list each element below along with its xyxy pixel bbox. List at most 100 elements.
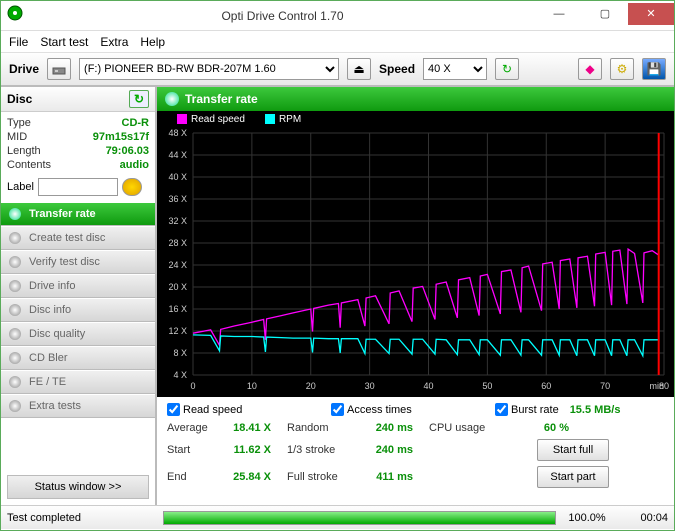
disc-contents-label: Contents [7,159,51,171]
end-label: End [167,471,227,483]
nav-cd-bler[interactable]: CD Bler [1,346,155,370]
full-value: 411 ms [357,471,429,483]
start-full-button[interactable]: Start full [537,439,609,461]
drive-label: Drive [9,62,39,76]
transfer-rate-chart: 4 X 8 X 12 X 16 X 20 X 24 X 28 X 32 X 36 X 40 X 44… [157,127,674,397]
end-value: 25.84 X [227,471,287,483]
svg-text:40 X: 40 X [168,172,187,182]
settings-button[interactable]: ⚙ [610,58,634,80]
check-burst-rate[interactable]: Burst rate15.5 MB/s [495,403,659,416]
drive-icon [47,58,71,80]
cpu-label: CPU usage [429,422,489,434]
save-button[interactable]: 💾 [642,58,666,80]
avg-value: 18.41 X [227,422,287,434]
start-label: Start [167,444,227,456]
legend-rpm: RPM [279,114,301,125]
eject-button[interactable]: ⏏ [347,58,371,80]
disc-refresh-button[interactable]: ↻ [129,90,149,108]
menu-help[interactable]: Help [140,35,165,49]
disc-length-label: Length [7,145,41,157]
svg-text:70: 70 [600,381,610,391]
disc-label-label: Label [7,181,34,193]
chart-legend: Read speed RPM [157,111,674,127]
svg-text:10: 10 [247,381,257,391]
check-access-times[interactable]: Access times [331,403,495,416]
close-button[interactable]: ✕ [628,3,674,25]
disc-length-value: 79:06.03 [106,145,149,157]
disc-label-burn-button[interactable] [122,178,142,196]
erase-button[interactable]: ◆ [578,58,602,80]
check-read-speed[interactable]: Read speed [167,403,331,416]
burst-rate-value: 15.5 MB/s [570,404,621,416]
svg-text:4 X: 4 X [173,370,187,380]
maximize-button[interactable]: ▢ [582,3,628,25]
disc-mid-value: 97m15s17f [93,131,149,143]
disc-type-value: CD-R [122,117,150,129]
app-icon [1,5,29,26]
right-panel: Transfer rate Read speed RPM 4 X 8 X 12 X 1… [155,87,674,505]
nav-disc-quality[interactable]: Disc quality [1,322,155,346]
svg-text:12 X: 12 X [168,326,187,336]
left-panel: Disc ↻ Type CD-R MID 97m15s17f Length 79:06… [1,87,155,505]
svg-text:24 X: 24 X [168,260,187,270]
chart-header: Transfer rate [157,87,674,111]
disc-label-input[interactable] [38,178,118,196]
refresh-speed-button[interactable]: ↻ [495,58,519,80]
svg-text:50: 50 [482,381,492,391]
svg-text:60: 60 [541,381,551,391]
nav-drive-info[interactable]: Drive info [1,274,155,298]
progress-percent: 100.0% [562,512,612,524]
nav-disc-info[interactable]: Disc info [1,298,155,322]
start-part-button[interactable]: Start part [537,466,609,488]
status-text: Test completed [7,512,157,524]
avg-label: Average [167,422,227,434]
nav-transfer-rate[interactable]: Transfer rate [1,202,155,226]
toolbar: Drive (F:) PIONEER BD-RW BDR-207M 1.60 ⏏… [1,53,674,87]
elapsed-time: 00:04 [618,512,668,524]
title-bar: Opti Drive Control 1.70 — ▢ ✕ [1,1,674,31]
progress-bar [163,511,556,525]
third-label: 1/3 stroke [287,444,357,456]
status-bar: Test completed 100.0% 00:04 [1,505,674,529]
svg-text:30: 30 [365,381,375,391]
cpu-value: 60 % [489,422,609,434]
disc-header: Disc [7,92,32,106]
svg-text:0: 0 [190,381,195,391]
drive-select[interactable]: (F:) PIONEER BD-RW BDR-207M 1.60 [79,58,339,80]
menu-bar: File Start test Extra Help [1,31,674,53]
svg-text:8 X: 8 X [173,348,187,358]
disc-contents-value: audio [120,159,149,171]
svg-text:20 X: 20 X [168,282,187,292]
results-panel: Read speed Access times Burst rate15.5 M… [157,397,674,494]
minimize-button[interactable]: — [536,3,582,25]
nav-extra-tests[interactable]: Extra tests [1,394,155,418]
svg-text:40: 40 [423,381,433,391]
disc-type-label: Type [7,117,31,129]
random-label: Random [287,422,357,434]
svg-text:32 X: 32 X [168,216,187,226]
svg-text:16 X: 16 X [168,304,187,314]
disc-info: Type CD-R MID 97m15s17f Length 79:06.03 Con… [1,112,155,176]
side-nav: Transfer rate Create test disc Verify te… [1,202,155,469]
svg-text:20: 20 [306,381,316,391]
nav-verify-test-disc[interactable]: Verify test disc [1,250,155,274]
third-value: 240 ms [357,444,429,456]
nav-create-test-disc[interactable]: Create test disc [1,226,155,250]
start-value: 11.62 X [227,444,287,456]
svg-text:44 X: 44 X [168,150,187,160]
full-label: Full stroke [287,471,357,483]
speed-select[interactable]: 40 X [423,58,487,80]
disc-mid-label: MID [7,131,27,143]
svg-text:min: min [649,381,664,391]
menu-extra[interactable]: Extra [100,35,128,49]
status-window-button[interactable]: Status window >> [7,475,149,499]
speed-label: Speed [379,62,415,76]
random-value: 240 ms [357,422,429,434]
menu-start-test[interactable]: Start test [40,35,88,49]
svg-text:48 X: 48 X [168,128,187,138]
svg-text:36 X: 36 X [168,194,187,204]
nav-fe-te[interactable]: FE / TE [1,370,155,394]
window-title: Opti Drive Control 1.70 [29,9,536,23]
menu-file[interactable]: File [9,35,28,49]
svg-text:28 X: 28 X [168,238,187,248]
